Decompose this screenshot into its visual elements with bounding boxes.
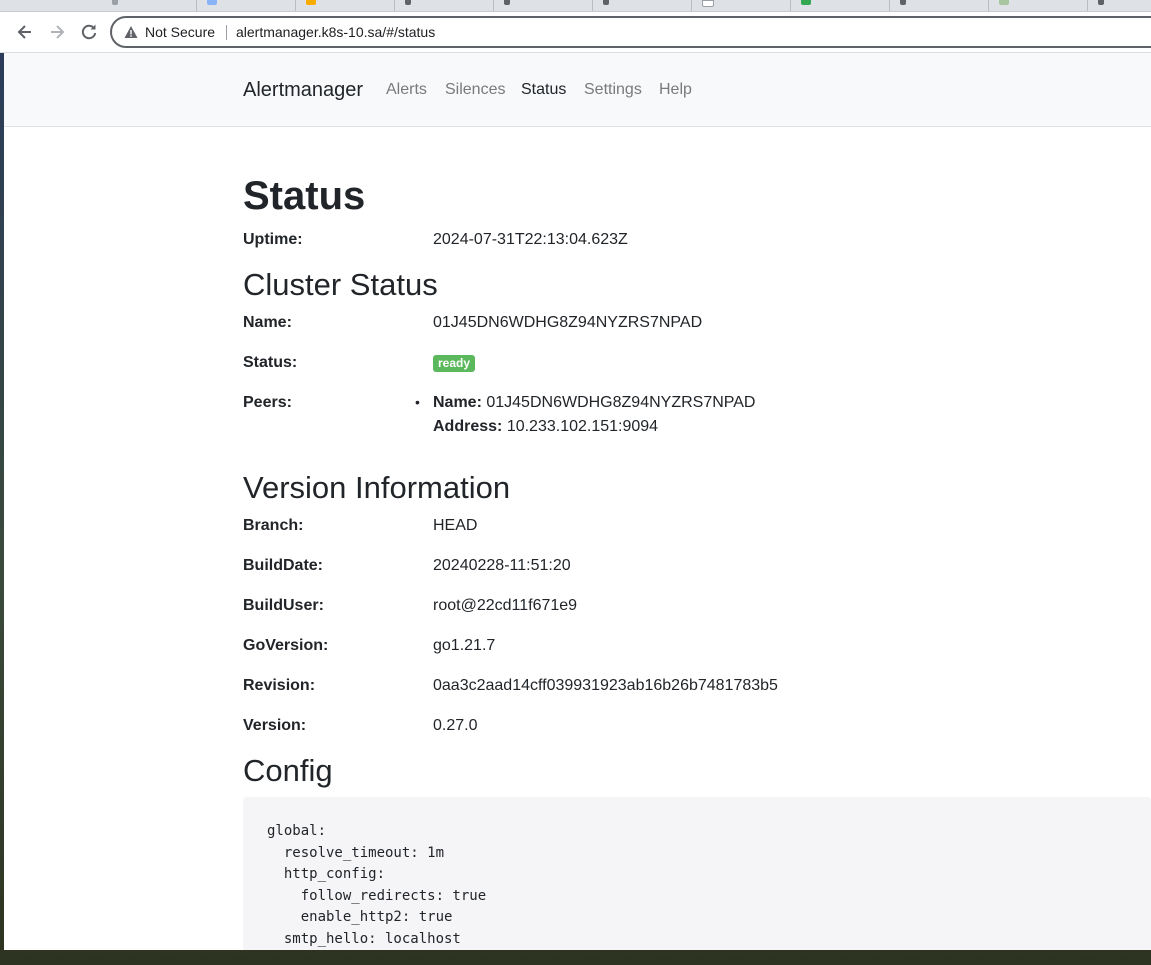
build-date-label: BuildDate: <box>243 557 323 574</box>
browser-tab[interactable] <box>395 0 494 11</box>
peer-name-label: Name: <box>433 394 482 411</box>
peer-address-value: 10.233.102.151:9094 <box>506 418 659 435</box>
cluster-status-heading: Cluster Status <box>243 267 438 302</box>
browser-tab[interactable] <box>890 0 989 11</box>
browser-tab[interactable] <box>197 0 296 11</box>
cluster-name-label: Name: <box>243 314 292 331</box>
branch-value: HEAD <box>433 517 478 534</box>
nav-link-status[interactable]: Status <box>521 81 566 99</box>
security-label[interactable]: Not Secure <box>145 24 215 40</box>
forward-arrow-icon[interactable] <box>46 21 68 43</box>
peers-label: Peers: <box>243 394 292 411</box>
browser-tab[interactable] <box>296 0 395 11</box>
browser-tab[interactable] <box>692 0 791 11</box>
config-heading: Config <box>243 753 333 788</box>
nav-link-alerts[interactable]: Alerts <box>386 81 427 99</box>
uptime-label: Uptime: <box>243 231 303 248</box>
browser-tab[interactable] <box>98 0 197 11</box>
go-version-value: go1.21.7 <box>433 637 496 654</box>
browser-tab[interactable] <box>593 0 692 11</box>
peer-address-label: Address: <box>433 418 503 435</box>
address-bar[interactable]: Not Secure alertmanager.k8s-10.sa/#/stat… <box>110 16 1151 48</box>
cluster-name-value: 01J45DN6WDHG8Z94NYZRS7NPAD <box>433 314 703 331</box>
page-title: Status <box>243 174 366 218</box>
browser-tab[interactable] <box>791 0 890 11</box>
uptime-value: 2024-07-31T22:13:04.623Z <box>433 231 628 248</box>
nav-link-settings[interactable]: Settings <box>584 81 642 99</box>
build-user-label: BuildUser: <box>243 597 324 614</box>
url-text[interactable]: alertmanager.k8s-10.sa/#/status <box>236 24 435 40</box>
page-viewport: Alertmanager Alerts Silences Status Sett… <box>4 53 1151 950</box>
revision-value: 0aa3c2aad14cff039931923ab16b26b7481783b5 <box>433 677 778 694</box>
reload-icon[interactable] <box>78 21 100 43</box>
top-navbar: Alertmanager Alerts Silences Status Sett… <box>4 53 1151 127</box>
back-arrow-icon[interactable] <box>14 21 36 43</box>
browser-tab[interactable] <box>989 0 1088 11</box>
build-date-value: 20240228-11:51:20 <box>433 557 571 574</box>
peer-address: Address: 10.233.102.151:9094 <box>433 418 658 436</box>
brand-link[interactable]: Alertmanager <box>243 79 363 102</box>
config-text: global: resolve_timeout: 1m http_config:… <box>267 823 487 947</box>
omnibox-divider <box>226 25 227 40</box>
warning-triangle-icon[interactable] <box>124 25 138 39</box>
go-version-label: GoVersion: <box>243 637 329 654</box>
peer-bullet: • <box>415 394 420 410</box>
nav-link-help[interactable]: Help <box>659 81 692 99</box>
browser-tab-strip <box>0 0 1151 12</box>
peer-name-value: 01J45DN6WDHG8Z94NYZRS7NPAD <box>486 394 756 411</box>
branch-label: Branch: <box>243 517 304 534</box>
config-code-block: global: resolve_timeout: 1m http_config:… <box>243 797 1151 950</box>
status-badge: ready <box>433 355 476 372</box>
browser-toolbar: Not Secure alertmanager.k8s-10.sa/#/stat… <box>0 12 1151 53</box>
revision-label: Revision: <box>243 677 316 694</box>
browser-tab[interactable] <box>1088 0 1151 11</box>
nav-link-silences[interactable]: Silences <box>445 81 505 99</box>
build-user-value: root@22cd11f671e9 <box>433 597 578 614</box>
version-info-heading: Version Information <box>243 470 511 505</box>
browser-tab[interactable] <box>494 0 593 11</box>
cluster-status-label: Status: <box>243 354 298 371</box>
version-label: Version: <box>243 717 307 734</box>
version-value: 0.27.0 <box>433 717 478 734</box>
peer-entry: Name: 01J45DN6WDHG8Z94NYZRS7NPAD <box>433 394 755 412</box>
